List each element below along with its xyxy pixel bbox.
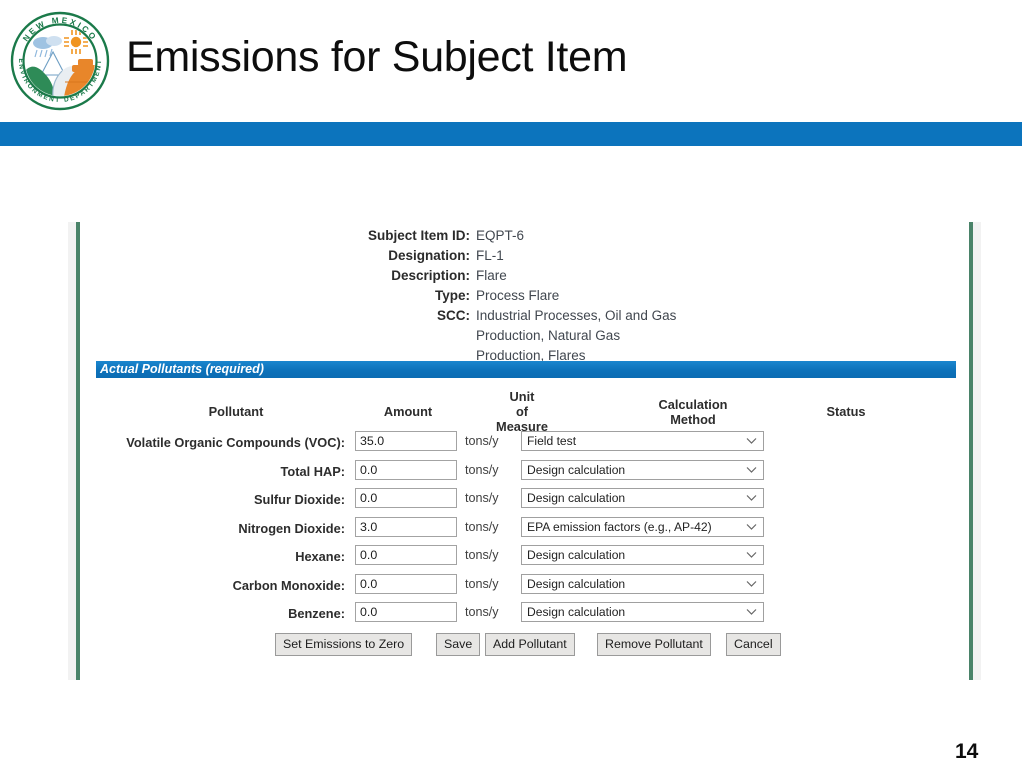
- chevron-down-icon: [746, 603, 758, 621]
- column-header-pollutant: Pollutant: [208, 404, 264, 419]
- calculation-method-select[interactable]: Design calculation: [521, 459, 764, 480]
- calculation-method-value: Design calculation: [527, 462, 626, 477]
- detail-label: Subject Item ID:: [367, 228, 470, 243]
- amount-input[interactable]: [355, 459, 457, 480]
- amount-input[interactable]: [355, 488, 457, 508]
- panel-left-shadow: [68, 222, 76, 680]
- chevron-down-icon: [746, 518, 758, 536]
- detail-label: SCC:: [437, 308, 470, 323]
- detail-label: Type:: [434, 288, 470, 303]
- column-header-amount: Amount: [383, 404, 433, 419]
- form-button-bar: Set Emissions to Zero Save Add Pollutant…: [81, 633, 969, 663]
- table-row: Total HAP: tons/y Design calculation: [81, 459, 969, 488]
- chevron-down-icon: [746, 461, 758, 479]
- panel-right-shadow: [973, 222, 981, 680]
- pollutant-label: Nitrogen Dioxide:: [238, 520, 345, 536]
- table-row: Sulfur Dioxide: tons/y Design calculatio…: [81, 487, 969, 516]
- amount-input[interactable]: [355, 545, 457, 565]
- save-button[interactable]: Save: [436, 633, 481, 656]
- pollutant-label: Volatile Organic Compounds (VOC):: [126, 435, 345, 450]
- calculation-method-select[interactable]: Design calculation: [521, 573, 764, 594]
- calculation-method-value: Design calculation: [527, 605, 626, 619]
- scc-line-2: Production, Natural Gas: [476, 328, 621, 343]
- detail-label: Designation:: [388, 248, 470, 263]
- pollutant-label: Sulfur Dioxide:: [253, 492, 345, 507]
- cancel-button[interactable]: Cancel: [726, 633, 781, 656]
- panel-body: Subject Item ID: EQPT-6 Designation: FL-…: [81, 220, 969, 680]
- amount-input[interactable]: [355, 431, 457, 451]
- panel-left-edge-bar: [76, 222, 80, 680]
- section-bar-label: Actual Pollutants (required): [100, 362, 264, 376]
- calculation-method-select[interactable]: Design calculation: [521, 488, 764, 508]
- table-row: Volatile Organic Compounds (VOC): tons/y…: [81, 430, 969, 459]
- detail-row-type: Type: Process Flare: [81, 286, 781, 306]
- chevron-down-icon: [746, 575, 758, 593]
- column-header-unit-of-measure: Unit of Measure: [477, 389, 567, 434]
- calculation-method-value: EPA emission factors (e.g., AP-42): [527, 519, 712, 534]
- detail-value: Industrial Processes, Oil and Gas Produc…: [476, 306, 726, 366]
- table-row: Carbon Monoxide: tons/y Design calculati…: [81, 573, 969, 602]
- column-header-status: Status: [826, 404, 866, 419]
- pollutant-label: Hexane:: [295, 549, 345, 564]
- add-pollutant-button[interactable]: Add Pollutant: [485, 633, 575, 656]
- pollutant-label: Benzene:: [288, 606, 345, 621]
- detail-value: FL-1: [476, 248, 504, 263]
- calculation-method-value: Design calculation: [527, 576, 626, 591]
- calculation-method-select[interactable]: EPA emission factors (e.g., AP-42): [521, 516, 764, 537]
- chevron-down-icon: [746, 489, 758, 507]
- set-emissions-to-zero-button[interactable]: Set Emissions to Zero: [275, 633, 413, 656]
- remove-pollutant-button[interactable]: Remove Pollutant: [597, 633, 711, 656]
- pollutant-label: Total HAP:: [280, 463, 345, 479]
- chevron-down-icon: [746, 546, 758, 564]
- slide-page-number: 14: [955, 740, 979, 763]
- detail-value: EQPT-6: [476, 228, 525, 243]
- unit-header-line-2: of: [515, 404, 529, 419]
- table-row: Nitrogen Dioxide: tons/y EPA emission fa…: [81, 516, 969, 545]
- panel-right-edge-bar: [969, 222, 973, 680]
- calculation-method-value: Field test: [527, 434, 577, 448]
- calculation-method-select[interactable]: Design calculation: [521, 545, 764, 565]
- detail-row-description: Description: Flare: [81, 266, 781, 286]
- table-row: Benzene: tons/y Design calculation: [81, 601, 969, 630]
- table-row: Hexane: tons/y Design calculation: [81, 544, 969, 573]
- calculation-method-value: Design calculation: [527, 491, 626, 505]
- unit-header-line-1: Unit: [509, 389, 535, 404]
- chevron-down-icon: [746, 432, 758, 450]
- calculation-method-value: Design calculation: [527, 548, 626, 562]
- slide-header: NEW MEXICO ENVIRONMENT DEPARTMENT Emissi…: [0, 0, 1024, 122]
- table-header-row: Pollutant Amount Unit of Measure Calcula…: [81, 382, 969, 434]
- application-form-screenshot: Subject Item ID: EQPT-6 Designation: FL-…: [0, 220, 1024, 680]
- detail-row-designation: Designation: FL-1: [81, 246, 781, 266]
- amount-input[interactable]: [355, 573, 457, 594]
- detail-value: Flare: [476, 268, 507, 283]
- detail-label: Description:: [391, 268, 470, 283]
- calculation-method-select[interactable]: Field test: [521, 431, 764, 451]
- calculation-method-select[interactable]: Design calculation: [521, 602, 764, 622]
- detail-value: Process Flare: [476, 288, 560, 303]
- page-title: Emissions for Subject Item: [126, 33, 628, 81]
- subject-item-details: Subject Item ID: EQPT-6 Designation: FL-…: [81, 226, 781, 366]
- amount-input[interactable]: [355, 602, 457, 622]
- pollutant-label: Carbon Monoxide:: [232, 577, 345, 593]
- detail-row-subject-item-id: Subject Item ID: EQPT-6: [81, 226, 781, 246]
- nmed-seal-logo: NEW MEXICO ENVIRONMENT DEPARTMENT: [8, 9, 113, 112]
- detail-row-scc: SCC: Industrial Processes, Oil and Gas P…: [81, 306, 781, 366]
- amount-input[interactable]: [355, 516, 457, 537]
- scc-line-1: Industrial Processes, Oil and Gas: [476, 308, 677, 323]
- actual-pollutants-section-bar: Actual Pollutants (required): [96, 361, 956, 378]
- emissions-table: Pollutant Amount Unit of Measure Calcula…: [81, 382, 969, 630]
- header-accent-bar: [0, 122, 1022, 146]
